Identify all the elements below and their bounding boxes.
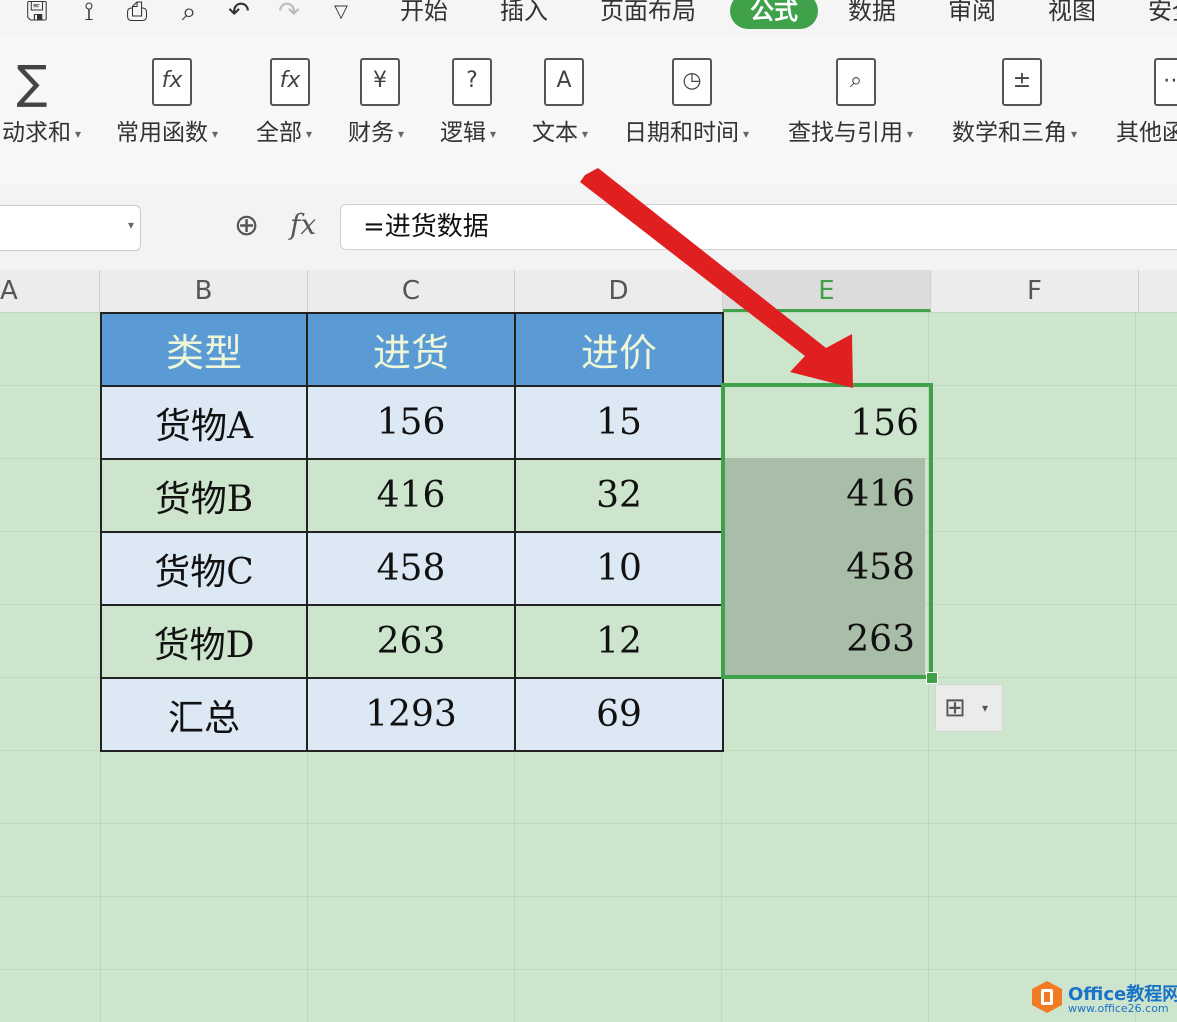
save-icon[interactable]: 🖫 (20, 0, 54, 28)
chevron-down-icon: ▾ (398, 126, 405, 141)
chevron-down-icon: ▾ (982, 701, 989, 715)
chevron-down-icon[interactable]: ▾ (128, 218, 134, 232)
finance-label: 财务 (348, 120, 394, 146)
menu-review[interactable]: 审阅 (948, 0, 996, 29)
undo-icon[interactable]: ↶ (222, 0, 256, 28)
zoom-search-icon[interactable]: ⊕ (234, 206, 259, 246)
datetime-icon: ◷ (672, 58, 712, 106)
table-cell[interactable]: 10 (514, 531, 724, 606)
paste-options-icon: ⊞ (944, 693, 966, 723)
datetime-label: 日期和时间 (624, 120, 739, 146)
chevron-down-icon: ▾ (306, 126, 313, 141)
total-purchase-cell[interactable]: 1293 (306, 677, 516, 752)
table-cell[interactable]: 156 (306, 385, 516, 460)
lookup-label: 查找与引用 (788, 120, 903, 146)
result-cell-e[interactable]: 416 (725, 458, 925, 531)
menu-page-layout[interactable]: 页面布局 (600, 0, 696, 29)
common-function-icon: fx (152, 58, 192, 106)
math-icon: ± (1002, 58, 1042, 106)
menu-data[interactable]: 数据 (848, 0, 896, 29)
print-icon[interactable]: ⎙ (120, 0, 154, 28)
result-cell-e[interactable]: 263 (725, 604, 925, 675)
chevron-down-icon: ▾ (212, 126, 219, 141)
common-functions-label: 常用函数 (116, 120, 208, 146)
chevron-down-icon: ▾ (1071, 126, 1078, 141)
total-label-cell[interactable]: 汇总 (100, 677, 308, 752)
table-cell[interactable]: 12 (514, 604, 724, 679)
chevron-down-icon: ▾ (743, 126, 750, 141)
table-cell[interactable]: 货物B (100, 458, 308, 533)
menu-bar: 🖫 ⟟ ⎙ ⌕ ↶ ↷ ▽ 开始 插入 页面布局 公式 数据 审阅 视图 安全 (0, 0, 1177, 36)
table-cell[interactable]: 货物A (100, 385, 308, 460)
paste-options-button[interactable]: ⊞ ▾ (935, 684, 1003, 732)
menu-view[interactable]: 视图 (1048, 0, 1096, 29)
column-header-d[interactable]: D (515, 270, 723, 312)
finance-icon: ¥ (360, 58, 400, 106)
math-label: 数学和三角 (952, 120, 1067, 146)
other-functions-label: 其他函 (1116, 120, 1177, 146)
chevron-down-icon: ▾ (490, 126, 497, 141)
table-cell[interactable]: 15 (514, 385, 724, 460)
result-cell-e[interactable]: 458 (725, 531, 925, 604)
office-logo-icon (1032, 981, 1062, 1013)
table-cell[interactable]: 货物D (100, 604, 308, 679)
table-cell[interactable]: 458 (306, 531, 516, 606)
menu-start[interactable]: 开始 (400, 0, 448, 29)
column-header-e[interactable]: E (723, 270, 931, 312)
result-cell-e[interactable]: 156 (725, 387, 929, 460)
print-preview-icon[interactable]: ⌕ (172, 0, 206, 28)
watermark: Office教程网 www.office26.com (1030, 978, 1177, 1018)
sum-icon: ∑ (16, 55, 48, 109)
autosum-label: 动求和 (2, 120, 71, 146)
lookup-icon: ⌕ (836, 58, 876, 106)
name-box[interactable]: ▾ (0, 205, 141, 251)
text-icon: A (544, 58, 584, 106)
logic-label: 逻辑 (440, 120, 486, 146)
all-functions-label: 全部 (256, 120, 302, 146)
ribbon-formulas: ∑ 动求和 ▾ fx 常用函数 ▾ fx 全部 ▾ ¥ 财务 ▾ ? 逻辑 ▾ A 文本 ▾… (0, 36, 1177, 184)
menu-insert[interactable]: 插入 (500, 0, 548, 29)
table-cell[interactable]: 32 (514, 458, 724, 533)
chevron-down-icon: ▾ (75, 126, 82, 141)
redo-icon[interactable]: ↷ (272, 0, 306, 28)
menu-formulas[interactable]: 公式 (730, 0, 818, 29)
insert-function-icon[interactable]: fx (290, 208, 316, 241)
header-cell-price[interactable]: 进价 (514, 312, 724, 387)
chevron-down-icon: ▾ (582, 126, 589, 141)
all-functions-icon: fx (270, 58, 310, 106)
column-headers: A B C D E F (0, 270, 1177, 313)
formula-input[interactable]: =进货数据 (340, 204, 1177, 250)
formula-bar: ▾ ⊕ fx =进货数据 (0, 184, 1177, 270)
column-header-b[interactable]: B (100, 270, 308, 312)
other-functions-icon: ⋯ (1154, 58, 1177, 106)
column-header-a[interactable]: A (0, 270, 100, 312)
header-cell-purchase[interactable]: 进货 (306, 312, 516, 387)
header-cell-type[interactable]: 类型 (100, 312, 308, 387)
table-cell[interactable]: 货物C (100, 531, 308, 606)
column-header-f[interactable]: F (931, 270, 1139, 312)
watermark-url: www.office26.com (1068, 1002, 1169, 1015)
column-header-c[interactable]: C (308, 270, 515, 312)
fill-handle[interactable] (926, 672, 938, 684)
chevron-down-icon: ▾ (907, 126, 914, 141)
text-label: 文本 (532, 120, 578, 146)
customize-icon[interactable]: ▽ (324, 0, 358, 28)
table-cell[interactable]: 263 (306, 604, 516, 679)
menu-security[interactable]: 安全 (1148, 0, 1177, 29)
logic-icon: ? (452, 58, 492, 106)
table-cell[interactable]: 416 (306, 458, 516, 533)
total-price-cell[interactable]: 69 (514, 677, 724, 752)
format-painter-icon[interactable]: ⟟ (72, 0, 106, 28)
